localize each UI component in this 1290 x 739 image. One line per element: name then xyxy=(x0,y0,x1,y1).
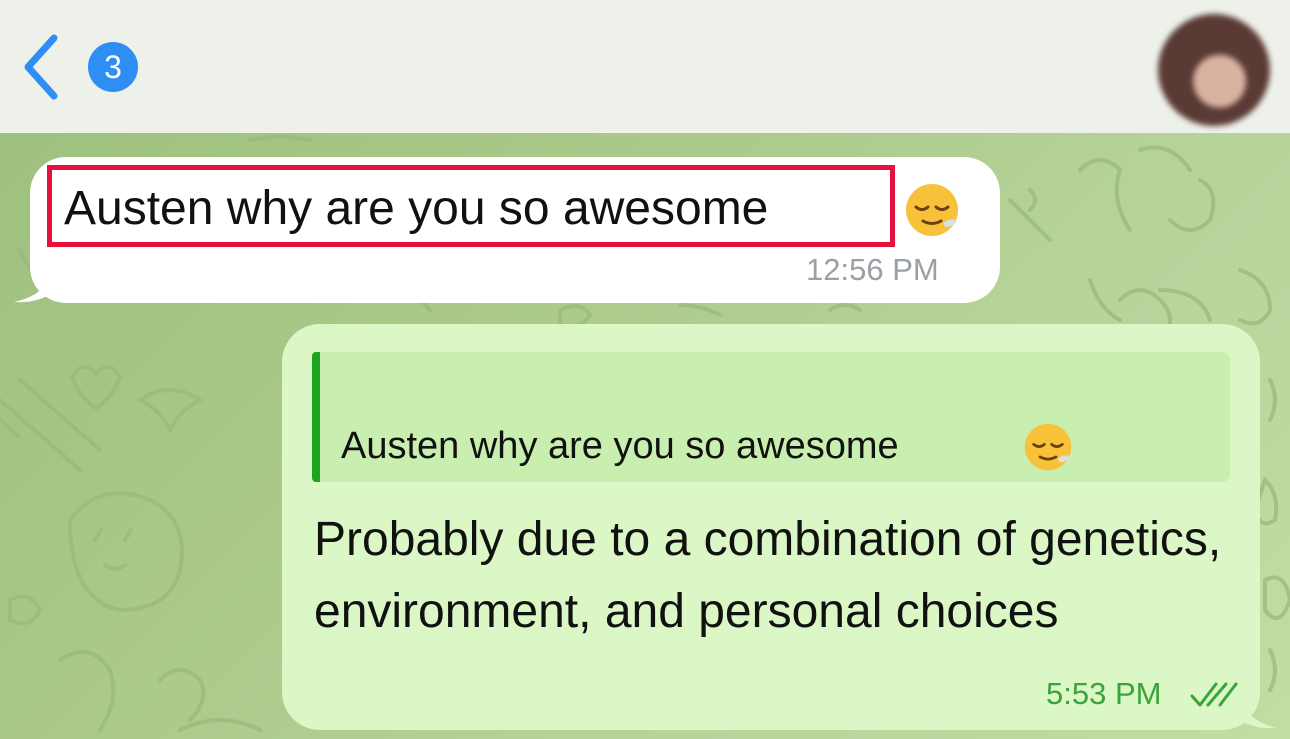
reply-quote-bar xyxy=(312,352,320,482)
reply-quote-text: Austen why are you so awesome xyxy=(341,422,899,470)
reply-quote-body: Austen why are you so awesome xyxy=(341,425,899,467)
incoming-message-time: 12:56 PM xyxy=(806,252,939,287)
unread-count-badge: 3 xyxy=(88,42,138,92)
relieved-face-emoji xyxy=(1024,423,1072,471)
double-check-icon xyxy=(1190,682,1238,707)
chevron-left-icon xyxy=(24,34,58,100)
chat-header xyxy=(0,0,1290,133)
outgoing-message-time: 5:53 PM xyxy=(1046,676,1162,711)
contact-avatar[interactable] xyxy=(1158,14,1270,126)
relieved-face-emoji xyxy=(906,184,958,236)
back-button[interactable]: 3 xyxy=(20,34,138,100)
outgoing-message-text: Probably due to a combination of genetic… xyxy=(314,513,1222,638)
highlight-annotation-box xyxy=(47,165,895,247)
